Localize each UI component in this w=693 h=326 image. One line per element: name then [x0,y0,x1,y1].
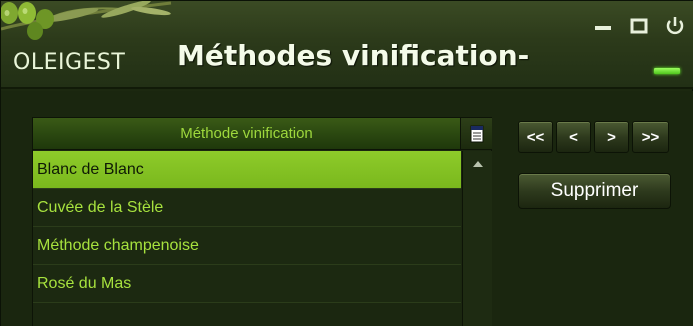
document-icon[interactable] [461,118,492,150]
table-row[interactable]: Rosé du Mas [33,265,461,303]
row-label: Blanc de Blanc [37,160,144,178]
title-bar: OLEIGEST Méthodes vinification- [1,1,693,89]
table-row[interactable]: Cuvée de la Stèle [33,189,461,227]
window-title: Méthodes vinification- [177,39,530,72]
next-record-button[interactable]: > [594,121,629,153]
brand-label: OLEIGEST [13,50,126,75]
scroll-up-arrow-icon[interactable] [463,151,493,177]
olive-branch-logo [1,1,176,47]
power-icon[interactable] [664,15,686,37]
vinification-grid: Méthode vinification Blanc de Blanc Cuvé… [32,117,492,326]
app-window: OLEIGEST Méthodes vinification- Méthode … [0,0,693,326]
grid-header: Méthode vinification [33,118,493,150]
previous-record-button[interactable]: < [556,121,591,153]
row-label: Cuvée de la Stèle [37,198,164,216]
table-row[interactable]: Blanc de Blanc [33,151,461,189]
record-navigation: << < > >> [518,121,669,153]
delete-button[interactable]: Supprimer [518,173,671,209]
maximize-icon[interactable] [628,15,650,37]
row-label: Rosé du Mas [37,274,132,292]
first-record-button[interactable]: << [518,121,553,153]
main-content: Méthode vinification Blanc de Blanc Cuvé… [1,91,693,326]
table-row[interactable]: Méthode champenoise [33,227,461,265]
last-record-button[interactable]: >> [632,121,669,153]
column-header-methode[interactable]: Méthode vinification [33,118,461,150]
minimize-icon[interactable] [592,15,614,37]
vertical-scrollbar[interactable] [462,151,492,326]
row-label: Méthode champenoise [37,236,199,254]
window-controls [592,15,686,37]
grid-rows: Blanc de Blanc Cuvée de la Stèle Méthode… [33,151,461,303]
status-indicator [654,68,680,74]
